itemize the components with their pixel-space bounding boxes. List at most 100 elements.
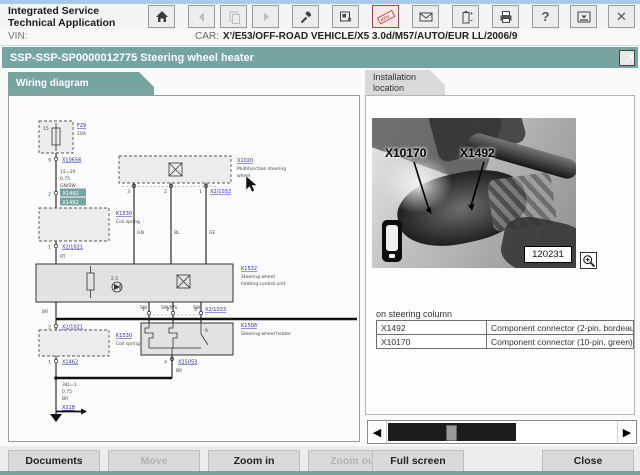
photo-zoom-button[interactable]: [580, 252, 597, 269]
messages-button[interactable]: [412, 5, 439, 28]
help-icon: ?: [542, 10, 550, 23]
car-label: CAR:: [195, 31, 219, 42]
svg-text:2: 2: [164, 189, 167, 195]
workshop-tools-button[interactable]: [292, 5, 319, 28]
close-icon: ✕: [616, 10, 627, 23]
heater-link[interactable]: K1508: [241, 323, 257, 329]
svg-text:RT: RT: [60, 254, 66, 260]
car-value: X'/E53/OFF-ROAD VEHICLE/X5 3.0d/M57/AUTO…: [223, 31, 518, 42]
device-icon: [338, 9, 354, 25]
svg-text:4: 4: [164, 360, 167, 366]
tab-installation-location[interactable]: Installation location: [365, 70, 445, 96]
svg-text:X1492: X1492: [63, 191, 79, 197]
svg-text:15=29: 15=29: [60, 169, 75, 175]
horizontal-scrollbar[interactable]: ◀ ▶: [367, 420, 637, 444]
zoom-in-button[interactable]: Zoom in: [208, 450, 300, 472]
close-icon: ✕: [626, 51, 635, 64]
scrollbar-range[interactable]: [388, 423, 516, 441]
wiring-diagram-panel: 15 F29 10A 9 X10656 15=29 0.75 GN/SW 2 X…: [8, 95, 360, 442]
close-button[interactable]: Close: [542, 450, 634, 472]
table-row: X1492 Component connector (2-pin, bordea…: [377, 321, 634, 335]
home-button[interactable]: [148, 5, 175, 28]
svg-text:34L=1: 34L=1: [62, 382, 77, 388]
battery-icon: [458, 9, 474, 25]
svg-text:GE: GE: [209, 230, 215, 236]
svg-text:BL: BL: [174, 230, 180, 236]
home-icon: [154, 9, 170, 25]
app-title-line2: Technical Application: [8, 17, 115, 29]
forward-arrow-icon: [258, 9, 274, 25]
scrollbar-thumb[interactable]: [446, 425, 457, 441]
print-button[interactable]: [492, 5, 519, 28]
coil-spring-box-bottom: [39, 330, 109, 356]
coil-spring-box-top: [39, 208, 109, 241]
left-arrow-icon: ◀: [373, 426, 381, 439]
tab-wiring-diagram[interactable]: Wiring diagram: [8, 72, 154, 96]
app-header: Integrated Service Technical Application: [0, 4, 640, 31]
kfu-stamp-icon: KFU: [376, 9, 396, 25]
connector-link-x2-1021-top[interactable]: X2/1021: [62, 245, 83, 251]
battery-status-button[interactable]: [452, 5, 479, 28]
car-info: CAR: X'/E53/OFF-ROAD VEHICLE/X5 3.0d/M57/…: [195, 31, 517, 42]
arrow-right: [81, 409, 87, 415]
svg-text:GN: GN: [137, 230, 144, 236]
tab-wiring-label: Wiring diagram: [16, 78, 89, 89]
svg-text:2: 2: [166, 307, 169, 313]
ground-link-x218[interactable]: X218: [62, 405, 75, 411]
steering-wheel-heater-box: [141, 323, 233, 355]
mfl-link[interactable]: X1020: [237, 158, 253, 164]
svg-text:BR: BR: [42, 309, 48, 315]
document-close-button[interactable]: ✕: [619, 50, 635, 66]
scroll-left-button[interactable]: ◀: [368, 421, 387, 443]
svg-text:2.5: 2.5: [111, 276, 118, 282]
connection-manager-button[interactable]: [332, 5, 359, 28]
connector-link-x1462[interactable]: X1462: [62, 360, 78, 366]
connector-desc: Component connector (2-pin, bordeaux): [487, 321, 634, 335]
coil-spring-top-link[interactable]: K1530: [116, 211, 132, 217]
connector-link-x10656[interactable]: X10656: [62, 158, 81, 164]
document-title-bar: SSP-SSP-SP0000012775 Steering wheel heat…: [2, 47, 638, 68]
photo-label-x1492: X1492: [460, 146, 495, 160]
svg-text:BR: BR: [62, 396, 68, 402]
svg-text:1: 1: [142, 307, 145, 313]
installation-location-panel: X10170 X1492 120231 on steering column X…: [365, 95, 635, 415]
documents-button[interactable]: Documents: [8, 450, 100, 472]
wiring-diagram: 15 F29 10A 9 X10656 15=29 0.75 GN/SW 2 X…: [9, 96, 359, 441]
svg-text:10A: 10A: [77, 131, 87, 137]
photo-label-x10170: X10170: [385, 146, 426, 160]
back-arrow-icon: [194, 9, 210, 25]
svg-text:1: 1: [48, 360, 51, 366]
kfu-alert-button[interactable]: KFU: [372, 5, 399, 28]
printer-icon: [498, 9, 514, 25]
svg-text:0.75: 0.75: [60, 176, 70, 182]
mouse-cursor: [246, 176, 257, 192]
svg-text:1: 1: [48, 245, 51, 251]
help-button[interactable]: ?: [532, 5, 559, 28]
minimize-window-button[interactable]: [570, 5, 597, 28]
app-close-button[interactable]: ✕: [608, 5, 635, 28]
svg-text:0.75: 0.75: [62, 389, 72, 395]
scroll-right-button[interactable]: ▶: [617, 421, 636, 443]
vin-label: VIN:: [8, 31, 27, 42]
connector-link-x2-1032[interactable]: X2/1032: [210, 189, 231, 195]
car-position-icon: [382, 220, 402, 262]
svg-text:X1492: X1492: [63, 200, 79, 206]
connector-link-x2-1033[interactable]: X2/1033: [205, 307, 226, 313]
svg-text:9: 9: [48, 158, 51, 164]
svg-text:Steering wheel heater: Steering wheel heater: [241, 331, 291, 337]
mail-icon: [418, 9, 434, 25]
move-button: Move: [108, 450, 200, 472]
svg-text:2: 2: [48, 192, 51, 198]
full-screen-button[interactable]: Full screen: [372, 450, 464, 472]
svg-text:heating control unit: heating control unit: [241, 281, 286, 287]
history-button: [220, 5, 247, 28]
connector-table: X1492 Component connector (2-pin, bordea…: [376, 320, 634, 349]
connector-link-x25053[interactable]: X25053: [178, 360, 197, 366]
coil-spring-bottom-link[interactable]: K1530: [116, 333, 132, 339]
connector-table-caption: on steering column: [376, 309, 452, 319]
control-unit-link[interactable]: K1532: [241, 266, 257, 272]
connector-code: X1492: [377, 321, 487, 335]
tab-install-label-1: Installation: [373, 72, 445, 83]
app-title: Integrated Service Technical Application: [8, 5, 115, 29]
fuse-link[interactable]: F29: [77, 123, 86, 129]
